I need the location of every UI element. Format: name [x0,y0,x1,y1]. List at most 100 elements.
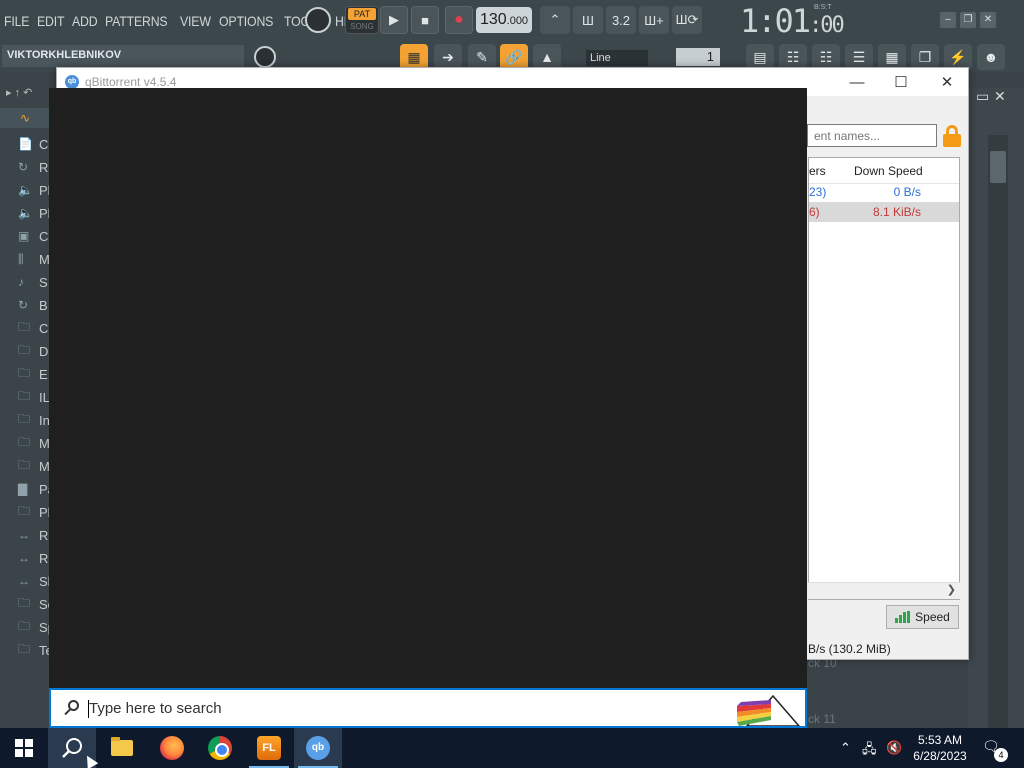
browser-item[interactable]: 🗀 M [18,458,50,474]
browser-item-label: C [39,320,49,336]
browser-item[interactable]: 🗀 In [18,412,50,428]
table-header: ers Down Speed [809,158,959,184]
fl-close-button[interactable]: ✕ [980,12,996,28]
menu-file[interactable]: FILE [4,13,35,29]
fl-minimize-button[interactable]: – [940,12,956,28]
search-input[interactable]: Type here to search [89,700,222,717]
pitch-knob[interactable] [254,46,276,68]
speaker-icon: 🔈 [18,183,33,197]
browser-item[interactable]: ↔ R [18,550,48,566]
browser-nav-arrows[interactable]: ▸ ↑ ↶ [0,86,50,102]
browser-item[interactable]: ♪ S [18,274,48,290]
folder-icon: 🗀 [18,595,31,610]
network-icon[interactable]: 🖧 [862,740,877,762]
qb-close-button[interactable]: ✕ [925,72,969,94]
browser-item-label: E [39,366,48,382]
start-button[interactable] [0,728,48,768]
tempo-value: 130 [479,11,507,28]
browser-item[interactable]: ⫼ M [18,251,50,267]
wait-input-icon[interactable]: Ш [573,6,603,34]
browser-item[interactable]: ↔ R [18,527,48,543]
table-row[interactable]: 23) 0 B/s [809,182,959,202]
metronome-icon[interactable]: ⌃ [540,6,570,34]
windows-taskbar: FL qb ⌃ 🖧 🔇 5:53 AM 6/28/2023 🗨 4 [0,728,1024,768]
browser-item[interactable]: 🗀 D [18,343,48,359]
row-peers: 23) [809,185,827,199]
doc-icon: 📄 [18,137,33,151]
browser-item[interactable]: 📄 C [18,136,48,152]
record-button[interactable]: ● [445,6,473,34]
chrome-icon [208,736,232,760]
song-label: SONG [350,22,374,31]
browser-item-label: R [39,159,49,175]
playlist-close-button[interactable]: ✕ [994,88,1006,105]
firefox-button[interactable] [148,728,196,768]
fl-restore-button[interactable]: ❐ [960,12,976,28]
browser-item[interactable]: 🔈 Pl [18,205,51,221]
column-peers[interactable]: ers [809,164,826,178]
notification-badge: 4 [994,748,1008,762]
browser-wave-icon: ∿ [0,108,50,128]
scroll-thumb[interactable] [990,151,1006,183]
taskbar-search-box[interactable]: Type here to search [49,688,807,728]
column-down-speed[interactable]: Down Speed [854,164,923,178]
browser-item[interactable]: 🗀 C [18,320,48,336]
torrent-filter-input[interactable]: ent names... [807,124,937,147]
browser-item[interactable]: ↔ Sl [18,573,51,589]
master-volume-knob[interactable] [305,7,331,33]
menu-patterns[interactable]: PATTERNS [105,13,173,29]
playlist-scrollbar[interactable] [988,135,1008,728]
qbittorrent-logo-icon: qb [65,75,79,89]
browser-item[interactable]: 🔈 Pl [18,182,51,198]
fl-studio-button[interactable]: FL [245,728,293,768]
qb-maximize-button[interactable]: ☐ [879,72,923,94]
volume-muted-icon[interactable]: 🔇 [886,740,902,756]
chrome-button[interactable] [196,728,244,768]
qbittorrent-icon: qb [306,736,330,760]
step-counter[interactable]: 1 [676,48,720,66]
playlist-minimize-button[interactable]: ▭ [976,88,989,105]
play-button[interactable]: ▶ [380,6,408,34]
browser-item[interactable]: 🗀 E [18,366,48,382]
pat-label: PAT [348,8,376,20]
snap-select[interactable]: Line [586,50,648,66]
loop-record-icon[interactable]: Ш⟳ [672,6,702,34]
box-icon: ▣ [18,229,30,243]
menu-edit[interactable]: EDIT [37,13,70,29]
folder-icon: 🗀 [18,411,31,426]
table-row[interactable]: 6) 8.1 KiB/s [809,202,959,222]
browser-item[interactable]: ↻ B [18,297,48,313]
speed-button-label: Speed [915,610,950,624]
countdown-icon[interactable]: 3.2 [606,6,636,34]
taskbar-clock[interactable]: 5:53 AM 6/28/2023 [912,732,968,764]
table-hscrollbar[interactable]: ❯ [808,582,960,599]
browser-item[interactable]: 🗀 Te [18,642,53,658]
file-explorer-button[interactable] [98,728,146,768]
tray-overflow-icon[interactable]: ⌃ [840,740,851,756]
browser-item[interactable]: 🗀 IL [18,389,50,405]
browser-item[interactable]: 🗀 M [18,435,50,451]
browser-item-label: B [39,297,48,313]
browser-item[interactable]: ↻ R [18,159,48,175]
browser-item[interactable]: 🗀 Pl [18,504,51,520]
speed-chart-icon [895,611,911,623]
search-icon [62,738,82,758]
menu-view[interactable]: VIEW [180,13,216,29]
step-edit-icon[interactable]: Ш+ [639,6,669,34]
menu-add[interactable]: ADD [72,13,103,29]
browser-item-label: C [39,136,49,152]
row-peers: 6) [809,205,820,219]
stop-button[interactable]: ■ [411,6,439,34]
tempo-display[interactable]: 130.000 [476,7,532,33]
qbittorrent-button[interactable]: qb [294,728,342,768]
hint-bar: VIKTORKHLEBNIKOV [2,45,244,67]
speed-button[interactable]: Speed [886,605,959,629]
song-time-ticks: :00 [809,13,845,38]
browser-item[interactable]: ▣ C [18,228,48,244]
menu-options[interactable]: OPTIONS [219,13,278,29]
hint-icon[interactable]: ☻ [977,44,1005,70]
qb-minimize-button[interactable]: — [835,72,879,94]
song-time: 1:01 [740,2,811,40]
lock-icon[interactable] [943,125,961,147]
pat-song-toggle[interactable]: PAT SONG [345,6,379,34]
